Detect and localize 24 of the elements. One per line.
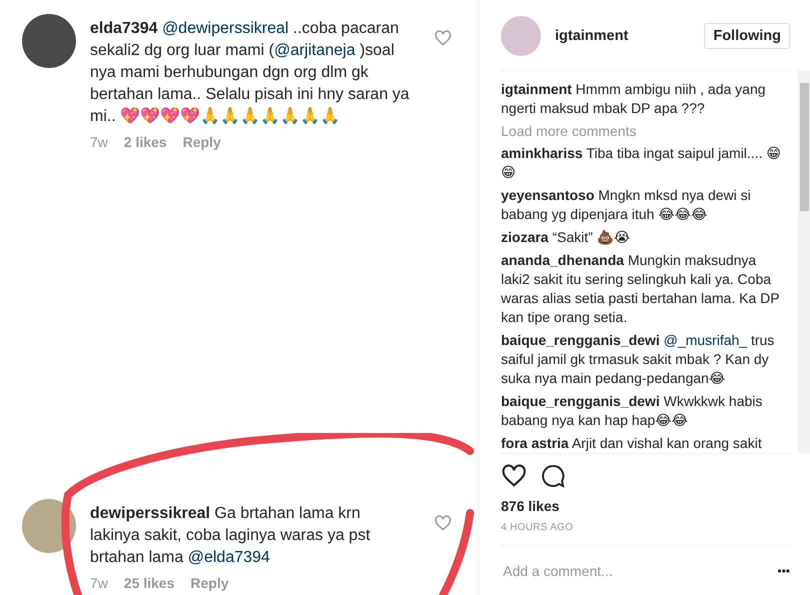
user-avatar[interactable] bbox=[22, 14, 76, 68]
comment-text: ziozara “Sakit” 💩😭 bbox=[501, 228, 632, 247]
reply-link[interactable]: Reply bbox=[190, 575, 229, 591]
like-count: 876 likes bbox=[501, 498, 560, 514]
comment-text: igtainment Hmmm ambigu niih , ada yang ngerti maksud mbak DP apa ??? bbox=[501, 80, 767, 118]
comment-text: elda7394 @dewiperssikreal ..coba pacaran sekali2 dg org luar mami (@arjitaneja )soal nya mami berhubungan dgn org dlm gk bertahan lama.. Selalu pisah ini hny saran ya mi.. 💖💖💖💖🙏🙏🙏🙏🙏🙏🙏 bbox=[90, 19, 410, 127]
comment-age: 7w bbox=[90, 575, 108, 591]
account-name[interactable]: igtainment bbox=[555, 28, 690, 44]
more-options-button[interactable]: ••• bbox=[777, 564, 790, 578]
comment-text: fora astria Arjit dan vishal kan orang sakit bbox=[501, 434, 763, 453]
comment-text: ananda_dhenanda Mungkin maksudnya laki2 sakit itu sering selingkuh kali ya. Coba waras alias setia pasti bertahan lama. Ka DP kan tipe orang setia. bbox=[501, 251, 780, 327]
comment-likes[interactable]: 2 likes bbox=[124, 134, 167, 150]
reply-link[interactable]: Reply bbox=[182, 134, 221, 150]
like-icon[interactable] bbox=[501, 464, 527, 488]
comment-icon[interactable] bbox=[541, 464, 565, 488]
comment-likes[interactable]: 25 likes bbox=[124, 575, 175, 591]
comment-text: dewiperssikreal Ga brtahan lama krn lakinya sakit, coba laginya waras ya pst brtahan lama @elda7394 bbox=[90, 504, 372, 568]
scrollbar[interactable] bbox=[798, 71, 810, 453]
comment-age: 7w bbox=[90, 134, 108, 150]
like-button[interactable] bbox=[434, 30, 454, 48]
post-time: 4 HOURS AGO bbox=[501, 522, 574, 533]
load-more-link[interactable]: Load more comments bbox=[501, 122, 788, 140]
following-button[interactable]: Following bbox=[704, 23, 790, 49]
like-button[interactable] bbox=[434, 515, 454, 533]
